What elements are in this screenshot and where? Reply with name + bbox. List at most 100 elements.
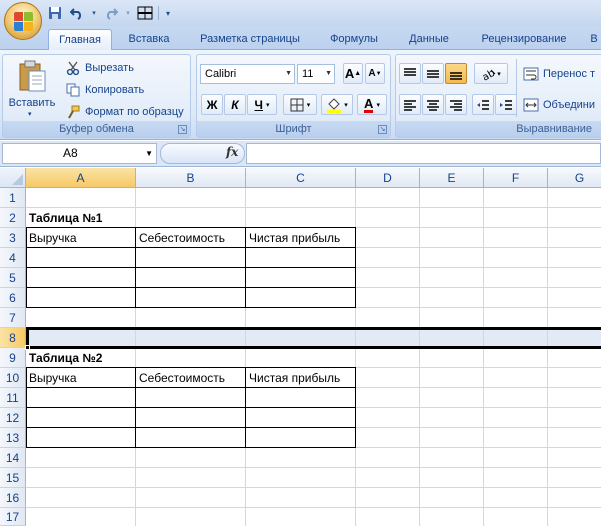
table2-header-net-profit[interactable]: Чистая прибыль [246,368,340,388]
worksheet-grid[interactable]: A B C D E F G 1 2 3 4 5 6 7 8 9 10 11 12… [0,168,601,526]
decrease-indent-button[interactable] [472,94,494,115]
formula-input[interactable] [246,143,601,164]
table1-title-cell[interactable]: Таблица №1 [26,208,102,228]
column-header-e[interactable]: E [420,168,484,188]
bold-button[interactable]: Ж [201,94,223,115]
customize-qat-icon[interactable]: ▾ [163,4,173,22]
tab-page-layout[interactable]: Разметка страницы [190,29,310,50]
align-right-button[interactable] [445,94,467,115]
tab-formulas[interactable]: Формулы [318,29,390,50]
gridline [419,188,420,526]
name-box-dropdown-icon: ▼ [145,149,153,158]
row-header-8[interactable]: 8 [0,328,26,348]
table2-header-cost[interactable]: Себестоимость [136,368,225,388]
align-middle-button[interactable] [422,63,444,84]
paste-button[interactable]: Вставить ▾ [6,57,58,119]
svg-text:ab: ab [481,67,497,80]
fill-handle[interactable] [25,345,30,350]
format-painter-button[interactable]: Формат по образцу [65,103,184,121]
shrink-font-icon: A [368,68,376,79]
align-top-icon [404,67,416,76]
tab-view[interactable]: В [584,29,601,50]
insert-function-icon[interactable]: fx [226,145,238,159]
row-header-7[interactable]: 7 [0,308,26,328]
table2-title-cell[interactable]: Таблица №2 [26,348,102,368]
row-header-13[interactable]: 13 [0,428,26,448]
borders-qat-icon[interactable] [136,4,154,22]
grow-arrow-icon: ▲ [354,70,362,77]
active-cell-selection[interactable] [26,327,601,349]
column-header-c[interactable]: C [246,168,356,188]
copy-button[interactable]: Копировать [65,81,144,99]
borders-button[interactable]: ▾ [283,94,317,115]
table1-header-net-profit[interactable]: Чистая прибыль [246,228,340,248]
scissors-icon [65,60,81,76]
column-header-g[interactable]: G [548,168,601,188]
row-header-11[interactable]: 11 [0,388,26,408]
font-color-button[interactable]: A ▾ [357,94,387,115]
align-left-button[interactable] [399,94,421,115]
column-header-f[interactable]: F [484,168,548,188]
increase-indent-button[interactable] [495,94,517,115]
tab-review[interactable]: Рецензирование [468,29,580,50]
font-size-combo[interactable]: 11 ▼ [297,64,335,84]
orientation-button[interactable]: ab ▾ [474,63,508,84]
row-header-16[interactable]: 16 [0,488,26,508]
shrink-font-button[interactable]: A ▼ [365,63,385,84]
row-header-6[interactable]: 6 [0,288,26,308]
redo-dropdown-icon[interactable]: ▾ [124,4,132,22]
undo-dropdown-icon[interactable]: ▾ [90,4,98,22]
tab-insert[interactable]: Вставка [118,29,180,50]
clipboard-launcher-icon[interactable]: ↘ [178,125,187,134]
save-icon[interactable] [46,4,64,22]
align-left-icon [404,99,416,111]
font-launcher-icon[interactable]: ↘ [378,125,387,134]
row-header-5[interactable]: 5 [0,268,26,288]
fill-color-button[interactable]: ▾ [321,94,353,115]
undo-icon[interactable] [68,4,86,22]
row-header-15[interactable]: 15 [0,468,26,488]
table1-border [26,267,356,268]
table1-header-cost[interactable]: Себестоимость [136,228,225,248]
cut-button[interactable]: Вырезать [65,59,134,77]
row-header-10[interactable]: 10 [0,368,26,388]
column-header-d[interactable]: D [356,168,420,188]
office-button[interactable] [4,2,42,40]
gridline [26,487,601,488]
table2-header-revenue[interactable]: Выручка [26,368,77,388]
table1-header-revenue[interactable]: Выручка [26,228,77,248]
row-header-1[interactable]: 1 [0,188,26,208]
row-header-4[interactable]: 4 [0,248,26,268]
row-header-3[interactable]: 3 [0,228,26,248]
underline-button[interactable]: Ч ▾ [247,94,277,115]
title-bar: ▾ ▾ ▾ [0,0,601,26]
select-all-corner[interactable] [0,168,26,188]
row-header-12[interactable]: 12 [0,408,26,428]
column-header-a[interactable]: A [26,168,136,188]
name-box[interactable]: A8 ▼ [2,143,157,164]
font-name-combo[interactable]: Calibri ▼ [200,64,295,84]
format-painter-label: Формат по образцу [85,106,184,118]
row-header-14[interactable]: 14 [0,448,26,468]
align-top-button[interactable] [399,63,421,84]
gridline [26,507,601,508]
align-bottom-button[interactable] [445,63,467,84]
row-header-2[interactable]: 2 [0,208,26,228]
column-header-b[interactable]: B [136,168,246,188]
gridline [483,188,484,526]
redo-icon[interactable] [102,4,120,22]
tab-data[interactable]: Данные [398,29,460,50]
tab-home[interactable]: Главная [48,29,112,50]
formula-bar: A8 ▼ fx [0,141,601,167]
align-center-button[interactable] [422,94,444,115]
wrap-text-button[interactable]: Перенос т [523,65,595,83]
fill-color-dropdown-icon: ▾ [344,101,348,109]
row-header-9[interactable]: 9 [0,348,26,368]
align-bottom-icon [450,71,462,80]
italic-button[interactable]: К [224,94,246,115]
grow-font-button[interactable]: A ▲ [343,63,363,84]
font-name-dropdown-icon: ▼ [285,70,292,77]
row-header-17[interactable]: 17 [0,508,26,526]
shrink-arrow-icon: ▼ [375,70,382,77]
merge-center-button[interactable]: Объедини [523,96,595,114]
